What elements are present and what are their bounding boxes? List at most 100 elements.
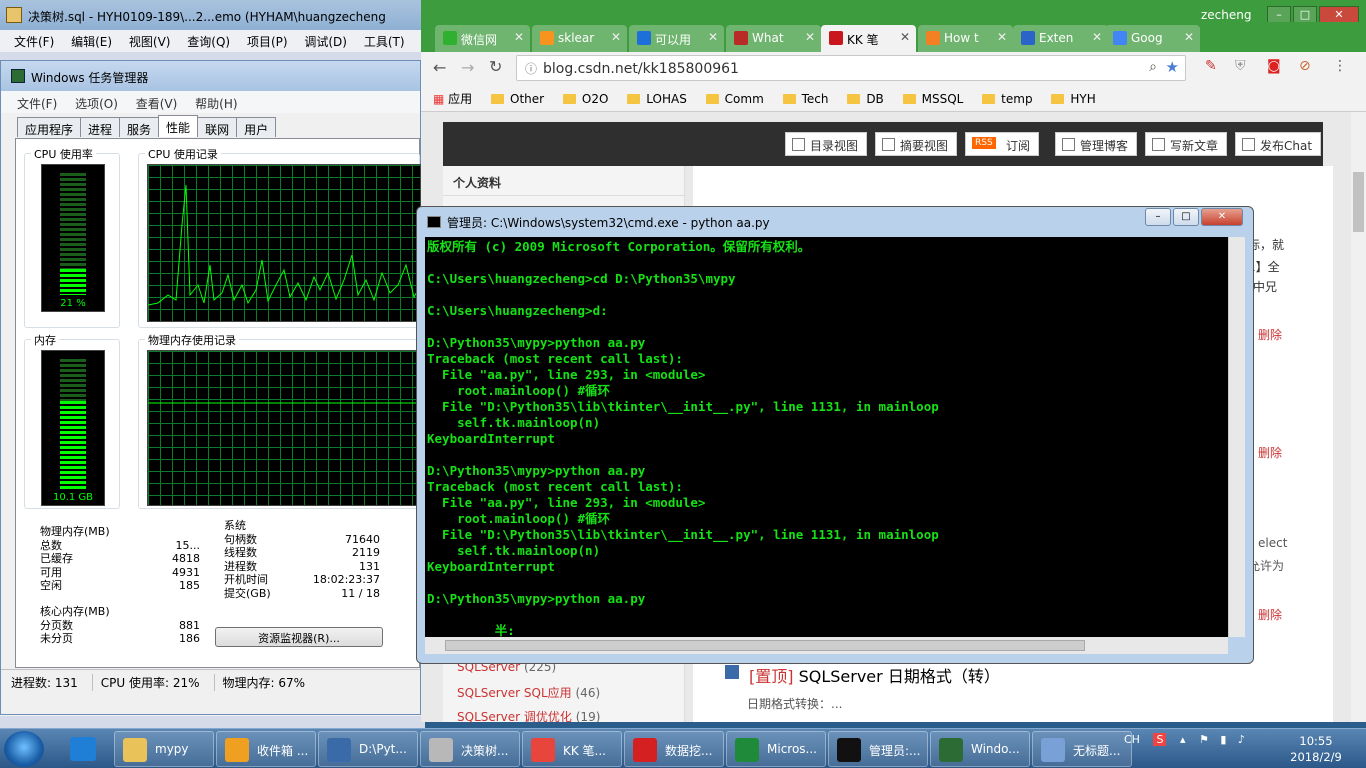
tab-close-icon[interactable]: ✕	[805, 30, 815, 44]
tab-close-icon[interactable]: ✕	[514, 30, 524, 44]
browser-tab[interactable]: Goog ✕	[1105, 25, 1200, 52]
bookmark-star-icon[interactable]: ★	[1166, 58, 1179, 76]
taskbar-item[interactable]: mypy	[114, 731, 214, 767]
tm-menu-item[interactable]: 帮助(H)	[195, 97, 237, 111]
tab-close-icon[interactable]: ✕	[708, 30, 718, 44]
tm-menu-item[interactable]: 选项(O)	[75, 97, 118, 111]
taskbar-pinned[interactable]	[58, 731, 110, 767]
taskbar-item[interactable]: Windo...	[930, 731, 1030, 767]
resource-monitor-button[interactable]: 资源监视器(R)...	[215, 627, 383, 647]
tab-applications[interactable]: 应用程序	[17, 117, 82, 137]
console-output[interactable]: 版权所有 (c) 2009 Microsoft Corporation。保留所有…	[425, 237, 1228, 637]
volume-icon[interactable]: ♪	[1238, 733, 1245, 746]
minimize-button[interactable]: –	[1145, 208, 1171, 226]
write-article-button[interactable]: 写新文章	[1145, 132, 1228, 156]
tm-menu-item[interactable]: 查看(V)	[136, 97, 178, 111]
browser-tab[interactable]: 可以用 ✕	[629, 25, 724, 52]
tab-processes[interactable]: 进程	[80, 117, 121, 137]
delete-link[interactable]: 删除	[1258, 444, 1282, 461]
bookmark-folder[interactable]: DB	[847, 92, 884, 106]
taskbar-item[interactable]: 决策树...	[420, 731, 520, 767]
forward-icon[interactable]: →	[461, 58, 474, 77]
catalog-view-button[interactable]: 目录视图	[785, 132, 868, 156]
taskbar-item[interactable]: 无标题...	[1032, 731, 1132, 767]
category-link[interactable]: SQLServer SQL应用 (46)	[457, 684, 600, 701]
zoom-icon[interactable]: ⌕	[1149, 59, 1157, 75]
cmd-window: 管理员: C:\Windows\system32\cmd.exe - pytho…	[416, 206, 1254, 664]
post-title-row[interactable]: [置顶] SQLServer 日期格式（转）	[749, 663, 1000, 687]
scrollbar-thumb[interactable]	[1353, 172, 1364, 232]
ssms-menu-item[interactable]: 项目(P)	[247, 35, 288, 49]
console-horizontal-scrollbar[interactable]	[425, 637, 1228, 654]
info-icon[interactable]: ⓘ	[525, 60, 537, 77]
tab-services[interactable]: 服务	[119, 117, 160, 137]
scrollbar-thumb[interactable]	[445, 640, 1085, 651]
browser-tab-active[interactable]: KK 笔 ✕	[821, 25, 916, 52]
browser-tab[interactable]: What ✕	[726, 25, 821, 52]
bookmark-folder[interactable]: Tech	[782, 92, 828, 106]
ie-icon	[70, 737, 96, 761]
console-vertical-scrollbar[interactable]	[1228, 237, 1245, 637]
tray-arrow-icon[interactable]: ▴	[1180, 733, 1186, 746]
bookmark-folder[interactable]: Other	[491, 92, 544, 106]
summary-view-button[interactable]: 摘要视图	[875, 132, 958, 156]
browser-tab[interactable]: How t ✕	[918, 25, 1013, 52]
manage-blog-button[interactable]: 管理博客	[1055, 132, 1138, 156]
address-bar[interactable]: ⓘ blog.csdn.net/kk185800961 ⌕ ★	[516, 55, 1186, 81]
bookmark-folder[interactable]: O2O	[562, 92, 608, 106]
start-button[interactable]	[4, 731, 44, 767]
tab-networking[interactable]: 联网	[197, 117, 238, 137]
tab-users[interactable]: 用户	[236, 117, 277, 137]
taskbar-item[interactable]: 管理员:...	[828, 731, 928, 767]
extension-pen-icon[interactable]: ✎	[1205, 58, 1217, 74]
tab-close-icon[interactable]: ✕	[1092, 30, 1102, 44]
bookmark-folder[interactable]: Comm	[705, 92, 764, 106]
maximize-button[interactable]: □	[1173, 208, 1199, 226]
apps-icon: ▦	[433, 92, 449, 106]
menu-icon[interactable]: ⋮	[1333, 58, 1347, 74]
tab-performance[interactable]: 性能	[158, 115, 199, 137]
taskbar-item[interactable]: 收件箱 ...	[216, 731, 316, 767]
taskbar-item[interactable]: Micros...	[726, 731, 826, 767]
ime-s-icon[interactable]: S	[1153, 733, 1167, 746]
ssms-menu-item[interactable]: 工具(T)	[364, 35, 405, 49]
browser-tab[interactable]: 微信网 ✕	[435, 25, 530, 52]
taskbar-item[interactable]: D:\Pyt...	[318, 731, 418, 767]
delete-link[interactable]: 删除	[1258, 326, 1282, 343]
bookmark-apps[interactable]: ▦ 应用	[433, 90, 472, 107]
reload-icon[interactable]: ↻	[489, 57, 502, 76]
browser-tab[interactable]: Exten ✕	[1013, 25, 1108, 52]
bookmark-folder[interactable]: LOHAS	[627, 92, 687, 106]
ssms-menu-item[interactable]: 视图(V)	[129, 35, 171, 49]
ssms-menu-item[interactable]: 调试(D)	[304, 35, 347, 49]
delete-link[interactable]: 删除	[1258, 606, 1282, 623]
network-icon[interactable]: ▮	[1220, 733, 1226, 746]
ssms-menu-item[interactable]: 编辑(E)	[71, 35, 112, 49]
chrome-profile-name[interactable]: zecheng	[1201, 8, 1252, 22]
page-scrollbar[interactable]	[1351, 112, 1366, 722]
clock[interactable]: 10:55 2018/2/9	[1280, 733, 1352, 765]
subscribe-button[interactable]: RSS 订阅	[965, 132, 1040, 156]
tab-close-icon[interactable]: ✕	[997, 30, 1007, 44]
close-button[interactable]: ✕	[1201, 208, 1243, 226]
tm-menu-item[interactable]: 文件(F)	[17, 97, 57, 111]
taskbar-item[interactable]: 数据挖...	[624, 731, 724, 767]
flag-icon[interactable]: ⚑	[1199, 733, 1209, 746]
ssms-menu-item[interactable]: 文件(F)	[14, 35, 54, 49]
bookmark-folder[interactable]: MSSQL	[902, 92, 963, 106]
bookmark-folder[interactable]: HYH	[1051, 92, 1096, 106]
taskbar-item[interactable]: KK 笔...	[522, 731, 622, 767]
tab-close-icon[interactable]: ✕	[900, 30, 910, 44]
extension-block-icon[interactable]: ⊘	[1299, 58, 1311, 74]
bookmark-folder[interactable]: temp	[982, 92, 1033, 106]
extension-shield-icon[interactable]: ⛨	[1235, 58, 1246, 74]
publish-chat-button[interactable]: 发布Chat	[1235, 132, 1322, 156]
ssms-menu-item[interactable]: 查询(Q)	[187, 35, 230, 49]
tab-close-icon[interactable]: ✕	[1184, 30, 1194, 44]
browser-tab[interactable]: sklear ✕	[532, 25, 627, 52]
button-label: 写新文章	[1170, 139, 1219, 153]
tab-close-icon[interactable]: ✕	[611, 30, 621, 44]
extension-robot-icon[interactable]: ◙	[1267, 58, 1281, 74]
back-icon[interactable]: ←	[433, 58, 446, 77]
category-link[interactable]: SQLServer 调优优化 (19)	[457, 708, 600, 725]
